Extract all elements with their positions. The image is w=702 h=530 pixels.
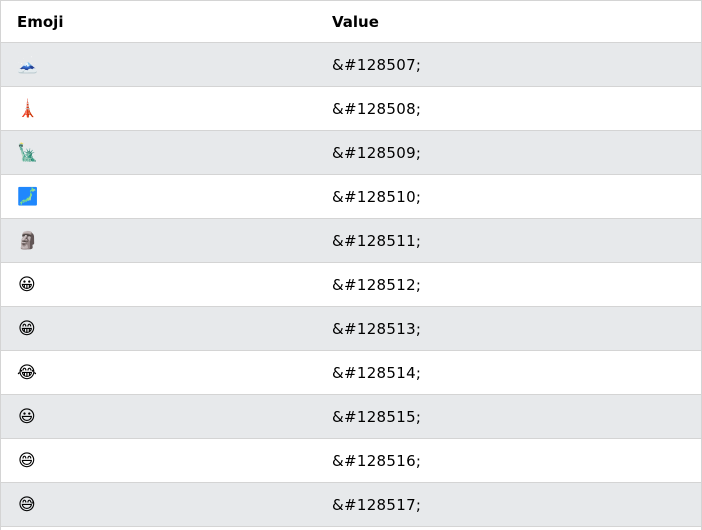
value-cell: &#128510; <box>316 174 701 219</box>
table-header-row: Emoji Value <box>1 1 701 43</box>
tokyo-tower-icon: 🗼 <box>17 98 39 119</box>
table-row: 😃 &#128515; <box>1 394 701 439</box>
emoji-cell: 🗿 <box>1 218 316 263</box>
emoji-cell: 🗼 <box>1 86 316 131</box>
grinning-big-eyes-face-icon: 😃 <box>17 406 37 427</box>
emoji-cell: 🗻 <box>1 42 316 87</box>
table-row: 🗻 &#128507; <box>1 42 701 87</box>
tears-of-joy-face-icon: 😂 <box>17 362 38 383</box>
header-emoji: Emoji <box>1 1 316 43</box>
table-row: 😀 &#128512; <box>1 262 701 307</box>
emoji-cell: 😃 <box>1 394 316 439</box>
value-cell: &#128511; <box>316 218 701 263</box>
emoji-cell: 😅 <box>1 482 316 527</box>
beaming-face-icon: 😁 <box>17 318 37 339</box>
header-value: Value <box>316 1 701 43</box>
emoji-cell: 😂 <box>1 350 316 395</box>
mount-fuji-icon: 🗻 <box>17 54 39 75</box>
value-cell: &#128509; <box>316 130 701 175</box>
table-row: 🗽 &#128509; <box>1 130 701 175</box>
emoji-cell: 😄 <box>1 438 316 483</box>
table-row: 😄 &#128516; <box>1 438 701 483</box>
table-row: 🗼 &#128508; <box>1 86 701 131</box>
table-row: 🗾 &#128510; <box>1 174 701 219</box>
emoji-cell: 😁 <box>1 306 316 351</box>
moai-icon: 🗿 <box>17 230 39 251</box>
value-cell: &#128514; <box>316 350 701 395</box>
value-cell: &#128507; <box>316 42 701 87</box>
table-row: 😂 &#128514; <box>1 350 701 395</box>
statue-of-liberty-icon: 🗽 <box>17 142 39 163</box>
table-row: 😁 &#128513; <box>1 306 701 351</box>
table-row: 🗿 &#128511; <box>1 218 701 263</box>
value-cell: &#128513; <box>316 306 701 351</box>
emoji-table-container: Emoji Value 🗻 &#128507; 🗼 &#128508; 🗽 &#… <box>0 0 702 530</box>
value-cell: &#128515; <box>316 394 701 439</box>
map-of-japan-icon: 🗾 <box>17 186 39 207</box>
value-cell: &#128512; <box>316 262 701 307</box>
value-cell: &#128516; <box>316 438 701 483</box>
emoji-cell: 🗽 <box>1 130 316 175</box>
value-cell: &#128508; <box>316 86 701 131</box>
emoji-cell: 😀 <box>1 262 316 307</box>
table-row: 😅 &#128517; <box>1 482 701 527</box>
grinning-face-icon: 😀 <box>17 274 37 295</box>
emoji-table: Emoji Value 🗻 &#128507; 🗼 &#128508; 🗽 &#… <box>1 1 701 527</box>
emoji-cell: 🗾 <box>1 174 316 219</box>
grinning-smiling-eyes-face-icon: 😄 <box>17 450 37 471</box>
grinning-sweat-face-icon: 😅 <box>17 494 37 515</box>
value-cell: &#128517; <box>316 482 701 527</box>
